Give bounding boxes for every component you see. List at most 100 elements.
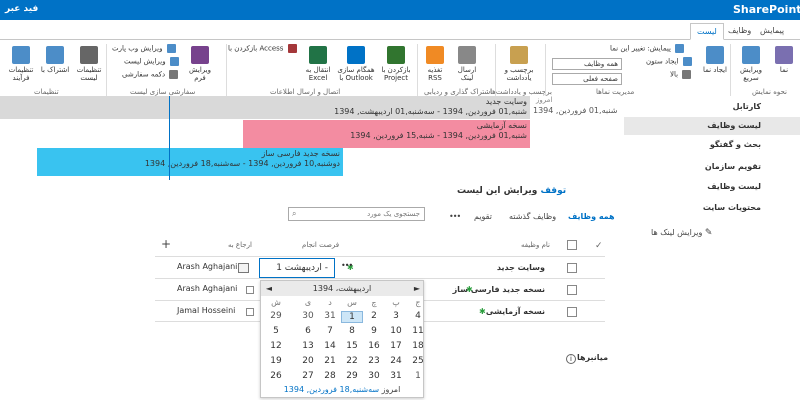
tab-browse[interactable]: پیمایش xyxy=(754,23,790,40)
calendar-day[interactable]: 29 xyxy=(341,371,363,381)
export-excel-button[interactable]: انتقال به Excel xyxy=(302,46,334,82)
new-quick-step-button[interactable]: دکمه سفارشی xyxy=(122,70,179,79)
timeline-bar[interactable]: نسخه آزمایشی شنبه,01 فروردین, 1394 - شنب… xyxy=(243,120,530,148)
today-link[interactable]: سه‌شنبه,18 فروردین, 1394 xyxy=(284,385,379,394)
calendar-day[interactable]: 2 xyxy=(363,311,385,321)
search-icon[interactable]: ⌕ xyxy=(292,208,296,220)
task-name[interactable]: نسخه آزمایشی xyxy=(486,307,545,316)
calendar-day[interactable]: 31 xyxy=(385,371,407,381)
calendar-day[interactable]: 4 xyxy=(407,311,429,321)
calendar-day[interactable]: 9 xyxy=(363,326,385,336)
user-menu[interactable]: فید عبر xyxy=(5,4,38,14)
calendar-day[interactable]: 28 xyxy=(319,371,341,381)
calendar-day[interactable]: 17 xyxy=(385,341,407,351)
calendar-day[interactable]: 5 xyxy=(265,326,287,336)
nav-item-task-list[interactable]: لیست وظایف xyxy=(707,121,761,130)
table-row[interactable]: وسایت جدید ✱ ••• Arash Aghajani xyxy=(155,256,605,278)
calendar-day[interactable]: 23 xyxy=(363,356,385,366)
date-picker-next-month[interactable]: ► xyxy=(411,281,423,296)
view-more-button[interactable]: ••• xyxy=(449,212,461,221)
open-with-project-button[interactable]: بازکردن با Project xyxy=(378,46,414,82)
view-tab-calendar[interactable]: تقویم xyxy=(474,212,492,221)
edit-links-button[interactable]: ویرایش لینک ها ✎ xyxy=(651,228,712,238)
calendar-day[interactable]: 7 xyxy=(319,326,341,336)
calendar-day[interactable]: 16 xyxy=(363,341,385,351)
nav-item-task-list-2[interactable]: لیست وظایف xyxy=(707,182,761,191)
column-header-task-name[interactable]: نام وظیفه xyxy=(521,241,550,249)
nav-item-site-contents[interactable]: محتویات سایت xyxy=(703,203,761,212)
info-icon[interactable]: i xyxy=(566,354,576,364)
view-button[interactable]: نما xyxy=(771,46,797,74)
calendar-day[interactable]: 24 xyxy=(385,356,407,366)
calendar-day[interactable]: 26 xyxy=(265,371,287,381)
create-column-button[interactable]: ایجاد ستون xyxy=(646,57,692,66)
column-header-assigned-to[interactable]: ارجاع به xyxy=(228,241,252,249)
calendar-day[interactable]: 8 xyxy=(341,326,363,336)
calendar-day[interactable]: 19 xyxy=(265,356,287,366)
stop-editing-link[interactable]: توقف xyxy=(540,186,566,196)
calendar-day[interactable]: 29 xyxy=(265,311,287,321)
edit-form-button[interactable]: ویرایش فرم xyxy=(184,46,216,82)
nav-item-discussion[interactable]: بحث و گفتگو xyxy=(710,140,761,149)
column-header-due-date[interactable]: فرصت انجام xyxy=(302,241,339,249)
modify-view-button[interactable]: پیمایش: تغییر این نما xyxy=(610,44,685,53)
current-view-select[interactable]: همه وظایف xyxy=(552,58,622,70)
quick-edit-button[interactable]: ویرایش سریع xyxy=(734,46,768,82)
calendar-day[interactable]: 10 xyxy=(385,326,407,336)
select-all-checkbox[interactable] xyxy=(567,240,577,250)
create-view-button[interactable]: ایجاد نما xyxy=(700,46,730,74)
nav-item-cartable[interactable]: کارتابل xyxy=(733,102,761,111)
share-with-button[interactable]: اشتراک با xyxy=(40,46,70,74)
calendar-day[interactable]: 21 xyxy=(319,356,341,366)
row-checkbox[interactable] xyxy=(567,285,577,295)
date-picker-prev-month[interactable]: ◄ xyxy=(263,281,275,296)
add-column-button[interactable]: + xyxy=(161,237,171,251)
search-input[interactable]: جستجوی یک مورد ⌕ xyxy=(288,207,425,221)
calendar-day[interactable]: 31 xyxy=(319,311,341,321)
calendar-day[interactable]: 30 xyxy=(363,371,385,381)
calendar-day[interactable]: 12 xyxy=(265,341,287,351)
email-link-button[interactable]: ارسال لینک xyxy=(452,46,482,82)
rss-feed-button[interactable]: تغذیه RSS xyxy=(421,46,449,82)
calendar-day[interactable]: 3 xyxy=(385,311,407,321)
calendar-day-selected[interactable]: 1 xyxy=(341,311,363,323)
row-checkbox[interactable] xyxy=(567,307,577,317)
calendar-day[interactable]: 14 xyxy=(319,341,341,351)
calendar-day[interactable]: 25 xyxy=(407,356,429,366)
current-page-select[interactable]: صفحه فعلی xyxy=(552,73,622,85)
calendar-day[interactable]: 30 xyxy=(297,311,319,321)
calendar-day[interactable]: 27 xyxy=(297,371,319,381)
timeline-bar[interactable]: نسخه جدید فارسی ساز دوشنبه,10 فروردین, 1… xyxy=(37,148,343,176)
calendar-day[interactable]: 1 xyxy=(407,371,429,381)
nav-item-org-calendar[interactable]: تقویم سازمان xyxy=(705,162,761,171)
select-all-check[interactable]: ✓ xyxy=(595,241,603,251)
timeline-bar[interactable]: وسایت جدید شنبه,01 فروردین, 1394 - سه‌شن… xyxy=(0,96,530,119)
assignee-picker-checkbox[interactable] xyxy=(246,286,254,294)
edit-webpart-button[interactable]: ویرایش وب پارت xyxy=(112,44,176,53)
task-name[interactable]: وسایت جدید xyxy=(497,263,545,272)
calendar-day[interactable]: 18 xyxy=(407,341,429,351)
tags-notes-button[interactable]: برچسب و یادداشت xyxy=(500,46,538,82)
sync-outlook-button[interactable]: همگام سازی با Outlook xyxy=(336,46,376,82)
up-button[interactable]: بالا xyxy=(670,70,692,79)
tab-list[interactable]: لیست xyxy=(690,23,724,40)
row-checkbox[interactable] xyxy=(567,263,577,273)
calendar-day[interactable]: 11 xyxy=(407,326,429,336)
due-date-input[interactable]: اردیبهشت 1 - xyxy=(259,258,335,278)
view-tab-late-tasks[interactable]: وظایف گذشته xyxy=(509,212,556,221)
tab-tasks[interactable]: وظایف xyxy=(722,23,757,40)
calendar-day[interactable]: 20 xyxy=(297,356,319,366)
view-tab-all-tasks[interactable]: همه وظایف xyxy=(568,212,615,221)
open-with-access-button[interactable]: بازکردن با Access xyxy=(228,44,297,53)
list-settings-button[interactable]: تنظیمات لیست xyxy=(74,46,104,82)
address-book-icon[interactable] xyxy=(238,263,249,273)
workflow-settings-button[interactable]: تنظیمات فرآیند xyxy=(4,46,38,82)
calendar-day[interactable]: 22 xyxy=(341,356,363,366)
sharepoint-logo[interactable]: SharePoint xyxy=(733,3,800,16)
calendar-day[interactable]: 13 xyxy=(297,341,319,351)
assignee-picker-checkbox[interactable] xyxy=(246,308,254,316)
row-ellipsis-button[interactable]: ••• xyxy=(341,261,353,270)
calendar-day[interactable]: 6 xyxy=(297,326,319,336)
calendar-day[interactable]: 15 xyxy=(341,341,363,351)
edit-list-button[interactable]: ویرایش لیست xyxy=(124,57,179,66)
